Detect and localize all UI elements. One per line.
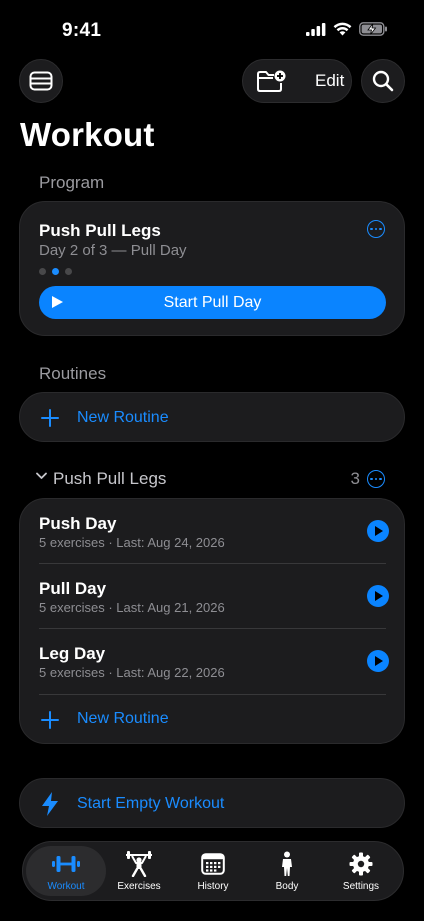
program-day-dot (65, 268, 72, 275)
start-pull-day-button[interactable]: Start Pull Day (39, 286, 386, 319)
group-more-icon[interactable] (367, 470, 385, 488)
play-circle-icon[interactable] (367, 585, 389, 607)
routine-row-push-day[interactable]: Push Day 5 exercises · Last: Aug 24, 202… (39, 499, 389, 565)
lightning-bolt-icon (42, 792, 58, 816)
plus-icon (41, 711, 59, 729)
weightlifter-icon (126, 851, 152, 877)
routine-group-name: Push Pull Legs (53, 469, 167, 488)
calendar-icon (201, 853, 225, 875)
tab-label: Body (275, 881, 299, 892)
routine-group-count: 3 (350, 469, 360, 488)
play-circle-icon[interactable] (367, 650, 389, 672)
battery-charging-icon (359, 22, 387, 36)
tab-settings[interactable]: Settings (323, 842, 399, 900)
new-folder-button[interactable] (247, 69, 295, 93)
tab-label: Workout (47, 881, 85, 892)
program-name: Push Pull Legs (39, 221, 161, 240)
tab-label: History (197, 881, 229, 892)
routine-name: Pull Day (39, 579, 107, 598)
status-time: 9:41 (62, 20, 102, 41)
routine-meta: 5 exercises · Last: Aug 24, 2026 (39, 535, 225, 550)
program-section-label: Program (39, 173, 105, 192)
dumbbell-icon (52, 856, 80, 872)
search-button[interactable] (361, 59, 405, 103)
sidebar-toggle-button[interactable] (19, 59, 63, 103)
group-new-routine-label: New Routine (77, 710, 169, 727)
routine-name: Push Day (39, 514, 117, 533)
routine-name: Leg Day (39, 644, 106, 663)
chevron-down-icon (36, 472, 47, 479)
group-new-routine-button[interactable]: New Routine (39, 695, 386, 745)
program-more-icon[interactable] (367, 220, 385, 238)
page-title: Workout (20, 116, 155, 153)
program-day-dot (52, 268, 59, 275)
routines-section-label: Routines (39, 364, 107, 383)
edit-button[interactable]: Edit (315, 71, 344, 91)
routine-row-leg-day[interactable]: Leg Day 5 exercises · Last: Aug 22, 2026 (39, 629, 389, 695)
start-button-label: Start Pull Day (163, 293, 262, 311)
header-actions-pill: Edit (242, 59, 352, 103)
routine-row-pull-day[interactable]: Pull Day 5 exercises · Last: Aug 21, 202… (39, 564, 389, 630)
new-routine-label: New Routine (77, 409, 169, 426)
person-icon (282, 851, 292, 876)
program-progress-text: Day 2 of 3 — Pull Day (39, 242, 187, 259)
play-circle-icon[interactable] (367, 520, 389, 542)
status-icons (306, 22, 388, 36)
list-panel-icon (29, 71, 53, 91)
routine-group-header[interactable]: Push Pull Legs 3 (36, 468, 386, 490)
tab-label: Settings (342, 881, 380, 892)
routines-list: Push Day 5 exercises · Last: Aug 24, 202… (19, 498, 405, 744)
gear-icon (349, 852, 373, 876)
start-empty-workout-label: Start Empty Workout (77, 795, 225, 812)
tab-label: Exercises (117, 881, 161, 892)
cellular-signal-icon (306, 22, 326, 36)
search-icon (372, 70, 394, 92)
new-routine-button[interactable]: New Routine (19, 392, 405, 442)
plus-icon (41, 409, 59, 427)
tab-history[interactable]: History (175, 842, 251, 900)
tab-workout[interactable]: Workout (28, 842, 104, 900)
program-day-dot (39, 268, 46, 275)
tab-body[interactable]: Body (249, 842, 325, 900)
start-empty-workout-button[interactable]: Start Empty Workout (19, 778, 405, 828)
program-day-dots (39, 268, 72, 275)
status-bar: 9:41 (0, 0, 424, 60)
play-icon (52, 296, 63, 308)
routine-meta: 5 exercises · Last: Aug 22, 2026 (39, 665, 225, 680)
routine-meta: 5 exercises · Last: Aug 21, 2026 (39, 600, 225, 615)
tab-bar: Workout Exercises History Body Settings (22, 841, 404, 901)
tab-exercises[interactable]: Exercises (101, 842, 177, 900)
folder-plus-icon (257, 70, 286, 92)
program-card[interactable]: Push Pull Legs Day 2 of 3 — Pull Day Sta… (19, 201, 405, 336)
wifi-icon (333, 22, 352, 36)
